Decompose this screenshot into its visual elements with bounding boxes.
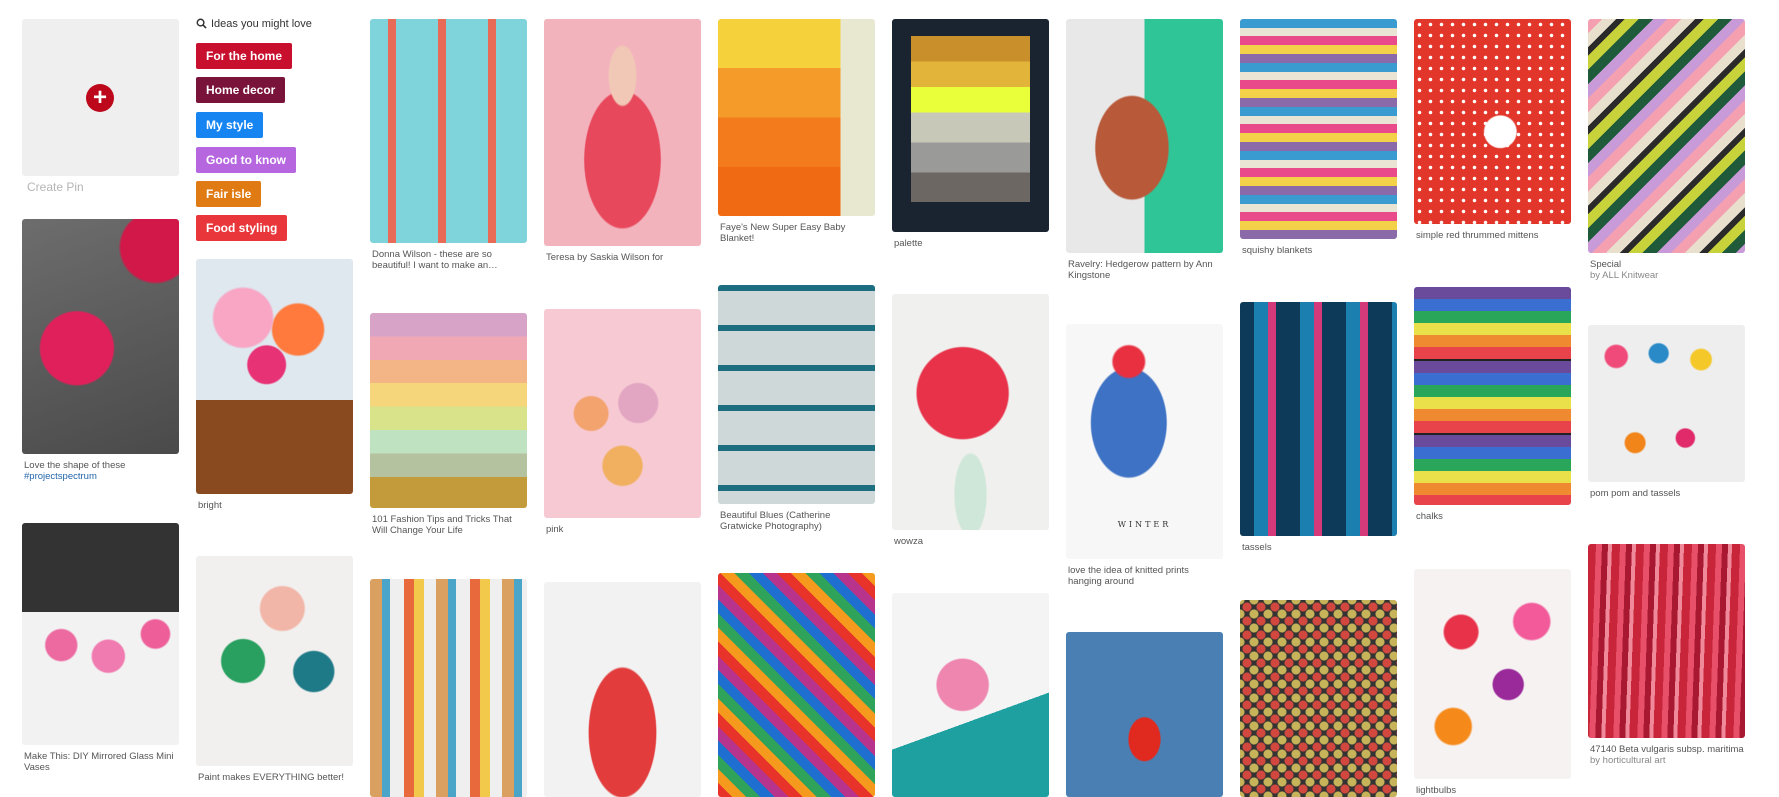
pin-image xyxy=(892,294,1049,530)
pin-wrapped-gifts[interactable] xyxy=(892,593,1049,797)
pin-hedgerow-sweater[interactable]: Ravelry: Hedgerow pattern by Ann Kingsto… xyxy=(1066,19,1223,281)
pin-image xyxy=(370,313,527,508)
pin-caption: palette xyxy=(894,238,923,249)
pin-teresa[interactable]: Teresa by Saskia Wilson for xyxy=(544,19,701,263)
pin-tassels[interactable]: tassels xyxy=(1240,302,1397,553)
pin-knitted-winter-print[interactable]: WINTER love the idea of knitted prints h… xyxy=(1066,324,1223,587)
idea-chip-for-the-home[interactable]: For the home xyxy=(196,43,293,69)
idea-chip-good-to-know[interactable]: Good to know xyxy=(196,147,296,173)
pin-caption: tassels xyxy=(1242,542,1272,553)
pin-caption: bright xyxy=(198,500,222,511)
plus-circle-icon: + xyxy=(86,84,114,112)
pin-image xyxy=(1240,302,1397,536)
pin-caption: Faye's New Super Easy Baby Blanket! xyxy=(720,222,846,244)
pin-palette-yarn[interactable]: palette xyxy=(892,19,1049,249)
pin-beautiful-blues[interactable]: Beautiful Blues (Catherine Gratwicke Pho… xyxy=(718,285,875,532)
pin-image xyxy=(544,19,701,246)
pin-image xyxy=(370,19,527,243)
pin-special-knitwear[interactable]: Special by ALL Knitwear xyxy=(1588,19,1745,281)
pin-striped-tubes[interactable] xyxy=(370,579,527,797)
pin-image: WINTER xyxy=(1066,324,1223,559)
pin-caption: simple red thrummed mittens xyxy=(1416,230,1539,241)
pin-image xyxy=(1414,287,1571,505)
pin-caption: pom pom and tassels xyxy=(1590,488,1681,499)
pin-image xyxy=(1066,632,1223,797)
pin-source[interactable]: by ALL Knitwear xyxy=(1588,270,1745,281)
pin-image xyxy=(196,556,353,766)
pin-image xyxy=(1414,569,1571,779)
pin-image xyxy=(718,285,875,504)
pin-hashtag-link[interactable]: #projectspectrum xyxy=(22,471,179,482)
idea-chip-fair-isle[interactable]: Fair isle xyxy=(196,181,262,207)
pin-image xyxy=(544,582,701,797)
pin-squishy-blankets[interactable]: squishy blankets xyxy=(1240,19,1397,256)
idea-chip-my-style[interactable]: My style xyxy=(196,112,264,138)
pin-image xyxy=(1588,19,1745,253)
search-icon xyxy=(196,18,207,29)
pin-image xyxy=(22,219,179,454)
pin-fashion-tips[interactable]: 101 Fashion Tips and Tricks That Will Ch… xyxy=(370,313,527,536)
pin-image xyxy=(544,309,701,518)
pin-pink-bowls[interactable]: pink xyxy=(544,309,701,535)
create-pin-button[interactable]: + xyxy=(22,19,179,176)
pin-caption: lightbulbs xyxy=(1416,785,1457,796)
pin-caption: wowza xyxy=(894,536,924,547)
pin-caption: Beautiful Blues (Catherine Gratwicke Pho… xyxy=(720,510,831,532)
pin-caption: chalks xyxy=(1416,511,1443,522)
pin-paint-cans[interactable]: Paint makes EVERYTHING better! xyxy=(196,556,353,783)
pin-image xyxy=(1240,600,1397,797)
pin-image xyxy=(892,19,1049,232)
pin-image xyxy=(718,19,875,216)
idea-chip-food-styling[interactable]: Food styling xyxy=(196,215,288,241)
pin-caption: Paint makes EVERYTHING better! xyxy=(198,772,345,783)
pin-image xyxy=(370,579,527,797)
pin-red-bag[interactable] xyxy=(544,582,701,797)
create-pin-label: Create Pin xyxy=(27,180,84,194)
pin-chalks[interactable]: chalks xyxy=(1414,287,1571,522)
pin-red-mittens[interactable]: simple red thrummed mittens xyxy=(1414,19,1571,241)
pin-caption: love the idea of knitted prints hanging … xyxy=(1068,565,1189,587)
pin-baby-blanket[interactable]: Faye's New Super Easy Baby Blanket! xyxy=(718,19,875,244)
pin-caption: 47140 Beta vulgaris subsp. maritima xyxy=(1590,744,1744,755)
pin-image xyxy=(22,523,179,745)
pin-paper-circles[interactable] xyxy=(1240,600,1397,797)
pin-red-door[interactable] xyxy=(1066,632,1223,797)
pin-caption: Donna Wilson - these are so beautiful! I… xyxy=(372,249,498,271)
pin-image xyxy=(1588,325,1745,482)
pin-caption: squishy blankets xyxy=(1242,245,1313,256)
pin-caption: Love the shape of these xyxy=(24,460,126,471)
pin-image xyxy=(1414,19,1571,224)
pin-pom-poms[interactable]: pom pom and tassels xyxy=(1588,325,1745,499)
pin-lightbulbs[interactable]: lightbulbs xyxy=(1414,569,1571,796)
pin-caption: 101 Fashion Tips and Tricks That Will Ch… xyxy=(372,514,512,536)
pin-source[interactable]: by horticultural art xyxy=(1588,755,1745,766)
pin-bright-bouquet[interactable]: bright xyxy=(196,259,353,511)
pin-image xyxy=(196,259,353,494)
pin-chevron-stripes[interactable] xyxy=(718,573,875,797)
pin-image xyxy=(1588,544,1745,738)
pin-donna-wilson[interactable]: Donna Wilson - these are so beautiful! I… xyxy=(370,19,527,271)
pin-image-text: WINTER xyxy=(1117,520,1172,529)
idea-chip-home-decor[interactable]: Home decor xyxy=(196,77,286,103)
pin-image xyxy=(718,573,875,797)
pin-beta-vulgaris[interactable]: 47140 Beta vulgaris subsp. maritima by h… xyxy=(1588,544,1745,766)
pin-paper-fans[interactable]: Love the shape of these #projectspectrum xyxy=(22,219,179,482)
pin-caption: Teresa by Saskia Wilson for xyxy=(546,252,664,263)
pin-caption: Make This: DIY Mirrored Glass Mini Vases xyxy=(24,751,174,773)
ideas-title: Ideas you might love xyxy=(211,18,312,30)
pin-mirrored-vases[interactable]: Make This: DIY Mirrored Glass Mini Vases xyxy=(22,523,179,773)
pin-wowza-dahlia[interactable]: wowza xyxy=(892,294,1049,547)
pin-image xyxy=(1240,19,1397,239)
pin-caption: Ravelry: Hedgerow pattern by Ann Kingsto… xyxy=(1068,259,1213,281)
pin-image xyxy=(1066,19,1223,253)
ideas-heading: Ideas you might love xyxy=(196,18,312,30)
pin-image xyxy=(892,593,1049,797)
pin-caption: pink xyxy=(546,524,564,535)
pin-caption: Special xyxy=(1590,259,1622,270)
